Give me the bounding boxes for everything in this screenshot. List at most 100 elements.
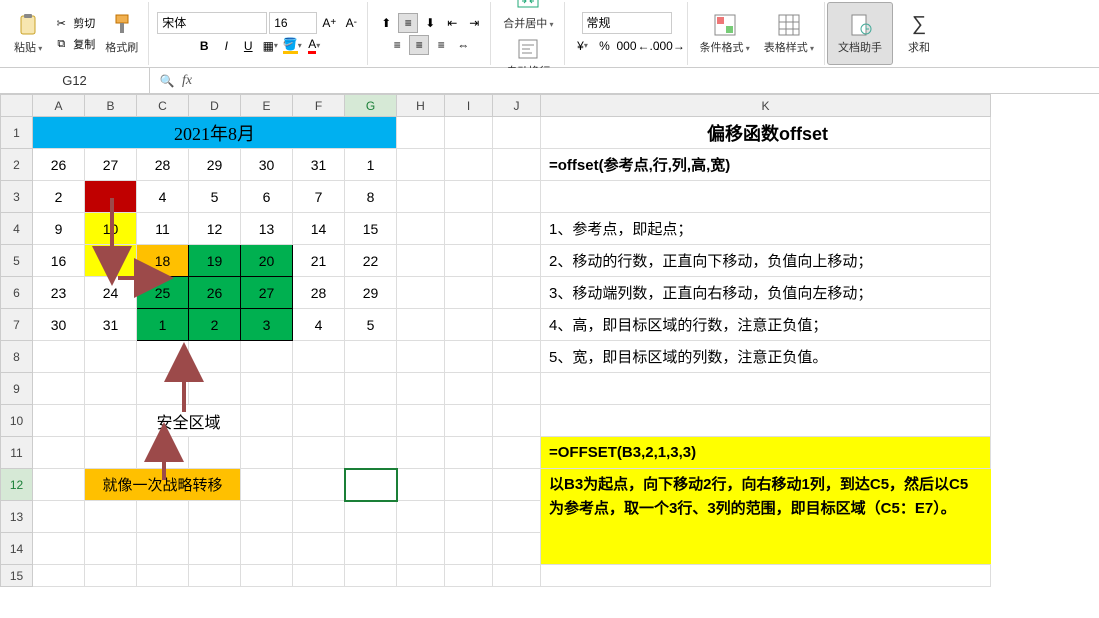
font-color-button[interactable]: A bbox=[304, 36, 324, 56]
row-header-11[interactable]: 11 bbox=[1, 437, 33, 469]
cell-D8[interactable] bbox=[189, 341, 241, 373]
row-header-7[interactable]: 7 bbox=[1, 309, 33, 341]
cell-G4[interactable]: 15 bbox=[345, 213, 397, 245]
cell-E6[interactable]: 27 bbox=[241, 277, 293, 309]
row-header-10[interactable]: 10 bbox=[1, 405, 33, 437]
cell-title[interactable]: 2021年8月 bbox=[33, 117, 397, 149]
cell-H6[interactable] bbox=[397, 277, 445, 309]
col-header-D[interactable]: D bbox=[189, 95, 241, 117]
cell-G14[interactable] bbox=[345, 533, 397, 565]
cell-B11[interactable] bbox=[85, 437, 137, 469]
cell-G9[interactable] bbox=[345, 373, 397, 405]
comma-button[interactable]: 000 bbox=[617, 36, 637, 56]
cell-J6[interactable] bbox=[493, 277, 541, 309]
col-header-K[interactable]: K bbox=[541, 95, 991, 117]
cell-H12[interactable] bbox=[397, 469, 445, 501]
increase-font-button[interactable]: A+ bbox=[319, 13, 339, 33]
cell-C4[interactable]: 11 bbox=[137, 213, 189, 245]
col-header-A[interactable]: A bbox=[33, 95, 85, 117]
cell-F10[interactable] bbox=[293, 405, 345, 437]
cell-C5[interactable]: 18 bbox=[137, 245, 189, 277]
cell-A14[interactable] bbox=[33, 533, 85, 565]
row-header-4[interactable]: 4 bbox=[1, 213, 33, 245]
font-size-select[interactable] bbox=[269, 12, 317, 34]
cell-E3[interactable]: 6 bbox=[241, 181, 293, 213]
cell-D13[interactable] bbox=[189, 501, 241, 533]
cell-A4[interactable]: 9 bbox=[33, 213, 85, 245]
cell-I1[interactable] bbox=[445, 117, 493, 149]
cell-F9[interactable] bbox=[293, 373, 345, 405]
cell-G15[interactable] bbox=[345, 565, 397, 587]
cell-F15[interactable] bbox=[293, 565, 345, 587]
cell-H11[interactable] bbox=[397, 437, 445, 469]
copy-button[interactable]: ⧉ 复制 bbox=[50, 34, 97, 54]
cell-F11[interactable] bbox=[293, 437, 345, 469]
cell-E12[interactable] bbox=[241, 469, 293, 501]
formula-input[interactable] bbox=[198, 68, 1091, 93]
cell-I13[interactable] bbox=[445, 501, 493, 533]
cell-C15[interactable] bbox=[137, 565, 189, 587]
cell-K8[interactable]: 5、宽，即目标区域的列数，注意正负值。 bbox=[541, 341, 991, 373]
cell-H14[interactable] bbox=[397, 533, 445, 565]
cell-C3[interactable]: 4 bbox=[137, 181, 189, 213]
cell-K10[interactable] bbox=[541, 405, 991, 437]
cell-B13[interactable] bbox=[85, 501, 137, 533]
cell-G7[interactable]: 5 bbox=[345, 309, 397, 341]
cell-A12[interactable] bbox=[33, 469, 85, 501]
cell-H4[interactable] bbox=[397, 213, 445, 245]
cell-K3[interactable] bbox=[541, 181, 991, 213]
cell-K12[interactable]: 以B3为起点，向下移动2行，向右移动1列，到达C5，然后以C5为参考点，取一个3… bbox=[541, 469, 991, 565]
cell-I8[interactable] bbox=[445, 341, 493, 373]
cell-E13[interactable] bbox=[241, 501, 293, 533]
cell-H10[interactable] bbox=[397, 405, 445, 437]
cell-I6[interactable] bbox=[445, 277, 493, 309]
currency-button[interactable]: ¥ bbox=[573, 36, 593, 56]
cell-D2[interactable]: 29 bbox=[189, 149, 241, 181]
cell-J15[interactable] bbox=[493, 565, 541, 587]
fx-button[interactable]: fx bbox=[182, 73, 192, 89]
col-header-B[interactable]: B bbox=[85, 95, 137, 117]
cell-G11[interactable] bbox=[345, 437, 397, 469]
cell-E11[interactable] bbox=[241, 437, 293, 469]
cell-B3[interactable]: 3 bbox=[85, 181, 137, 213]
row-header-2[interactable]: 2 bbox=[1, 149, 33, 181]
cell-C2[interactable]: 28 bbox=[137, 149, 189, 181]
name-box[interactable]: G12 bbox=[0, 68, 150, 93]
cell-F5[interactable]: 21 bbox=[293, 245, 345, 277]
cell-B6[interactable]: 24 bbox=[85, 277, 137, 309]
cell-F12[interactable] bbox=[293, 469, 345, 501]
align-bottom-button[interactable]: ⬇ bbox=[420, 13, 440, 33]
fill-color-button[interactable]: 🪣 bbox=[282, 36, 302, 56]
cell-G3[interactable]: 8 bbox=[345, 181, 397, 213]
cell-H1[interactable] bbox=[397, 117, 445, 149]
cell-C7[interactable]: 1 bbox=[137, 309, 189, 341]
cell-E8[interactable] bbox=[241, 341, 293, 373]
cell-G10[interactable] bbox=[345, 405, 397, 437]
underline-button[interactable]: U bbox=[238, 36, 258, 56]
cell-E9[interactable] bbox=[241, 373, 293, 405]
cell-G6[interactable]: 29 bbox=[345, 277, 397, 309]
cell-I10[interactable] bbox=[445, 405, 493, 437]
cell-D5[interactable]: 19 bbox=[189, 245, 241, 277]
row-header-12[interactable]: 12 bbox=[1, 469, 33, 501]
cell-E10[interactable] bbox=[241, 405, 293, 437]
row-header-5[interactable]: 5 bbox=[1, 245, 33, 277]
cell-J13[interactable] bbox=[493, 501, 541, 533]
cell-F7[interactable]: 4 bbox=[293, 309, 345, 341]
cell-A13[interactable] bbox=[33, 501, 85, 533]
cell-K4[interactable]: 1、参考点，即起点； bbox=[541, 213, 991, 245]
cell-I5[interactable] bbox=[445, 245, 493, 277]
cell-K5[interactable]: 2、移动的行数，正直向下移动，负值向上移动； bbox=[541, 245, 991, 277]
cell-D6[interactable]: 26 bbox=[189, 277, 241, 309]
cell-F3[interactable]: 7 bbox=[293, 181, 345, 213]
cell-D9[interactable] bbox=[189, 373, 241, 405]
col-header-G[interactable]: G bbox=[345, 95, 397, 117]
cell-C14[interactable] bbox=[137, 533, 189, 565]
format-painter-button[interactable]: 格式刷 bbox=[101, 11, 142, 57]
cell-F8[interactable] bbox=[293, 341, 345, 373]
cell-J8[interactable] bbox=[493, 341, 541, 373]
cell-B9[interactable] bbox=[85, 373, 137, 405]
cell-H8[interactable] bbox=[397, 341, 445, 373]
font-name-select[interactable] bbox=[157, 12, 267, 34]
cell-I11[interactable] bbox=[445, 437, 493, 469]
